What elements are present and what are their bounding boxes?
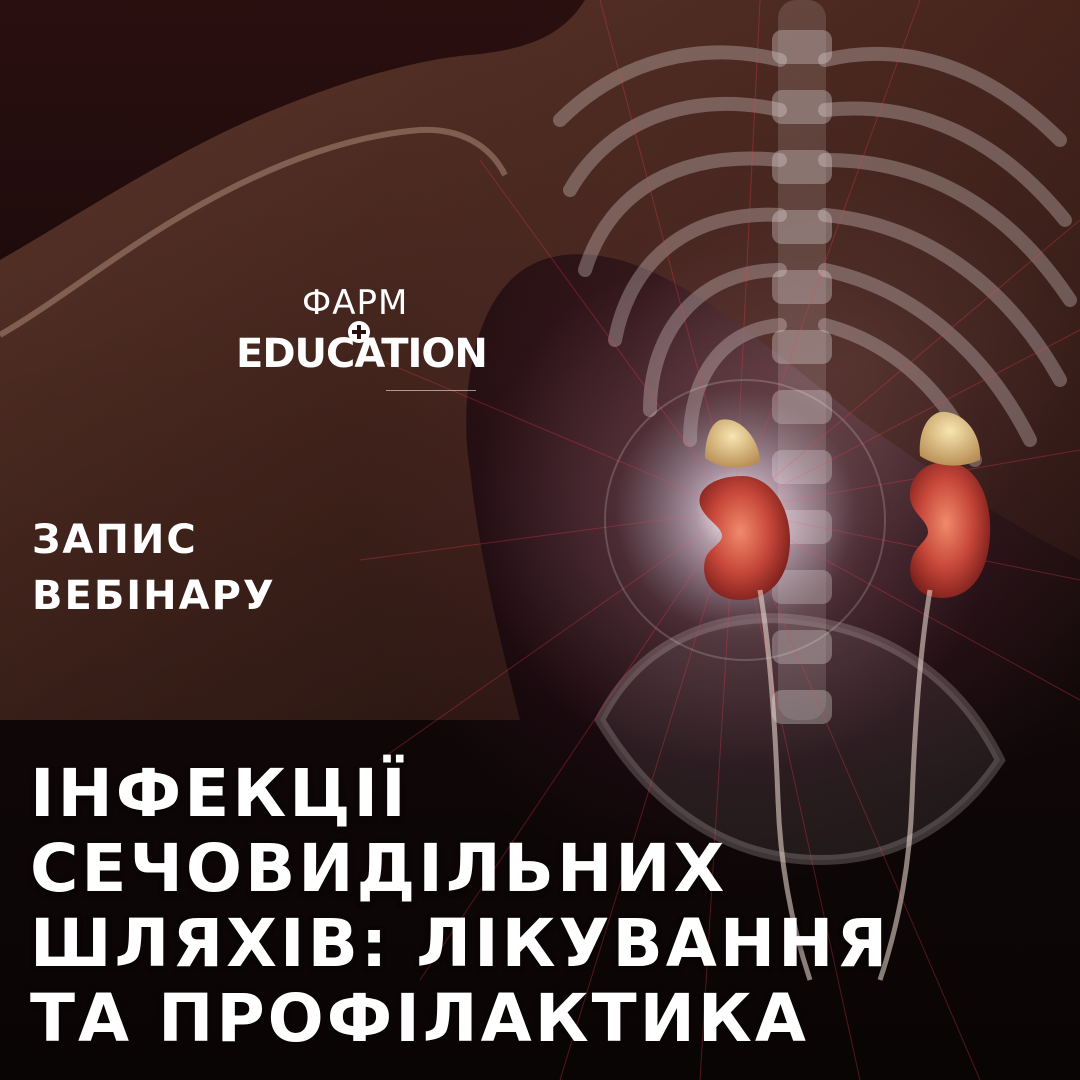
title-line-4: ТА ПРОФІЛАКТИКА [30,980,809,1057]
subtitle-line-2: ВЕБІНАРУ [32,573,276,619]
brand-logo: ФАРМ EDUCATION [236,286,496,402]
logo-text-education: EDUCATION [236,331,488,377]
subtitle-line-1: ЗАПИС [32,517,198,563]
right-kidney [909,462,991,598]
webinar-poster: ФАРМ EDUCATION ЗАПИС ВЕБІНАРУ ІНФЕКЦІЇ С… [0,0,1080,1080]
title-line-2: СЕЧОВИДІЛЬНИХ [30,830,728,907]
logo-underline [386,390,476,391]
webinar-recording-label: ЗАПИС ВЕБІНАРУ [32,512,532,624]
webinar-title: ІНФЕКЦІЇ СЕЧОВИДІЛЬНИХ ШЛЯХІВ: ЛІКУВАННЯ… [30,756,1070,1056]
logo-text-farm: ФАРМ [302,283,409,323]
title-line-1: ІНФЕКЦІЇ [30,755,409,832]
title-line-3: ШЛЯХІВ: ЛІКУВАННЯ [30,905,891,982]
